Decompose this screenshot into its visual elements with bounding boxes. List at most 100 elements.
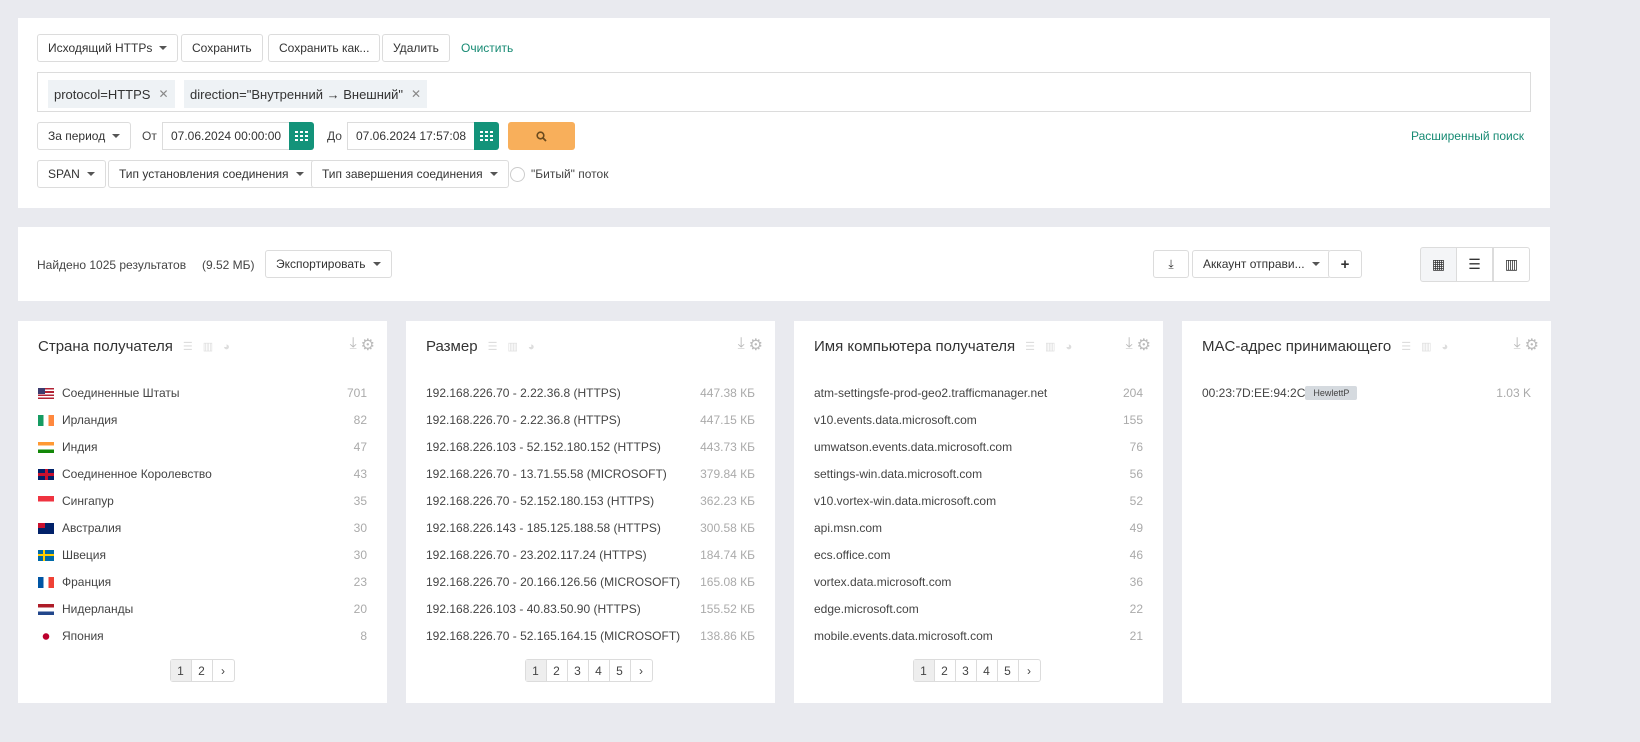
list-item[interactable]: 192.168.226.103 - 52.152.180.152 (HTTPS)… <box>426 437 755 457</box>
next-page-icon[interactable]: › <box>213 660 234 681</box>
pie-chart-icon[interactable]: ◕ <box>1441 341 1448 353</box>
page-button[interactable]: 1 <box>913 660 935 681</box>
list-item[interactable]: Индия 47 <box>38 437 367 457</box>
calendar-icon[interactable] <box>474 122 499 150</box>
download-button[interactable]: ⤓ <box>1153 250 1189 278</box>
download-icon[interactable]: ⤓ <box>738 335 745 355</box>
from-date-input[interactable]: 07.06.2024 00:00:00 <box>162 122 290 150</box>
item-label: 192.168.226.70 - 52.152.180.153 (HTTPS) <box>426 494 655 508</box>
gear-icon[interactable]: ⚙ <box>749 335 763 355</box>
table-view-icon[interactable]: ☰ <box>488 340 498 353</box>
list-item[interactable]: api.msn.com 49 <box>814 518 1143 538</box>
account-dropdown[interactable]: Аккаунт отправи... <box>1192 250 1331 278</box>
pie-chart-icon[interactable]: ◕ <box>528 341 535 353</box>
list-view-button[interactable]: ☰ <box>1456 247 1493 282</box>
list-item[interactable]: atm-settingsfe-prod-geo2.trafficmanager.… <box>814 383 1143 403</box>
list-item[interactable]: Ирландия 82 <box>38 410 367 430</box>
page-button[interactable]: 2 <box>935 660 956 681</box>
list-item[interactable]: v10.vortex-win.data.microsoft.com 52 <box>814 491 1143 511</box>
list-item[interactable]: 00:23:7D:EE:94:2C HewlettP 1.03 K <box>1202 383 1531 403</box>
widget-title: Страна получателя <box>38 338 173 355</box>
page-button[interactable]: 5 <box>998 660 1019 681</box>
item-value: 447.15 КБ <box>700 413 755 427</box>
list-item[interactable]: 192.168.226.70 - 2.22.36.8 (HTTPS) 447.15… <box>426 410 755 430</box>
bar-chart-icon[interactable]: ▥ <box>507 340 517 353</box>
list-item[interactable]: 192.168.226.70 - 23.202.117.24 (HTTPS) 18… <box>426 545 755 565</box>
page-button[interactable]: 4 <box>977 660 998 681</box>
list-item[interactable]: Нидерланды 20 <box>38 599 367 619</box>
add-widget-button[interactable]: + <box>1328 250 1362 278</box>
list-item[interactable]: 192.168.226.103 - 40.83.50.90 (HTTPS) 155… <box>426 599 755 619</box>
list-item[interactable]: v10.events.data.microsoft.com 155 <box>814 410 1143 430</box>
gear-icon[interactable]: ⚙ <box>1137 335 1151 355</box>
page-button[interactable]: 3 <box>568 660 589 681</box>
calendar-icon[interactable] <box>289 122 314 150</box>
download-icon[interactable]: ⤓ <box>1514 335 1521 355</box>
pie-chart-icon[interactable]: ◕ <box>223 341 230 353</box>
conn-setup-dropdown[interactable]: Тип установления соединения <box>108 160 315 188</box>
download-icon[interactable]: ⤓ <box>1126 335 1133 355</box>
save-button[interactable]: Сохранить <box>181 34 263 62</box>
page-button[interactable]: 2 <box>547 660 568 681</box>
list-item[interactable]: Франция 23 <box>38 572 367 592</box>
next-page-icon[interactable]: › <box>1019 660 1040 681</box>
next-page-icon[interactable]: › <box>631 660 652 681</box>
item-label: 192.168.226.70 - 20.166.126.56 (MICROSOF… <box>426 575 681 589</box>
table-view-icon[interactable]: ☰ <box>1025 340 1035 353</box>
gear-icon[interactable]: ⚙ <box>1525 335 1539 355</box>
conn-end-dropdown[interactable]: Тип завершения соединения <box>311 160 509 188</box>
gear-icon[interactable]: ⚙ <box>361 335 375 355</box>
list-item[interactable]: mobile.events.data.microsoft.com 21 <box>814 626 1143 646</box>
page-button[interactable]: 5 <box>610 660 631 681</box>
list-item[interactable]: umwatson.events.data.microsoft.com 76 <box>814 437 1143 457</box>
close-icon[interactable]: ✕ <box>158 87 168 101</box>
delete-button[interactable]: Удалить <box>382 34 450 62</box>
close-icon[interactable]: ✕ <box>411 87 421 101</box>
period-dropdown[interactable]: За период <box>37 122 132 150</box>
advanced-search-link[interactable]: Расширенный поиск <box>1411 129 1524 143</box>
page-button[interactable]: 2 <box>192 660 213 681</box>
save-as-button[interactable]: Сохранить как... <box>268 34 381 62</box>
map-view-button[interactable]: ▥ <box>1493 247 1530 282</box>
item-value: 22 <box>1129 602 1143 616</box>
list-item[interactable]: Сингапур 35 <box>38 491 367 511</box>
clear-link[interactable]: Очистить <box>461 41 513 55</box>
bar-chart-icon[interactable]: ▥ <box>1421 340 1431 353</box>
grid-view-button[interactable]: ▦ <box>1420 247 1457 282</box>
span-dropdown[interactable]: SPAN <box>37 160 106 188</box>
export-dropdown[interactable]: Экспортировать <box>265 250 392 278</box>
item-label: 192.168.226.70 - 2.22.36.8 (HTTPS) <box>426 413 621 427</box>
list-item[interactable]: 192.168.226.70 - 20.166.126.56 (MICROSOF… <box>426 572 755 592</box>
preset-dropdown[interactable]: Исходящий HTTPs <box>37 34 179 62</box>
broken-flow-radio[interactable] <box>510 167 525 182</box>
to-date-input[interactable]: 07.06.2024 17:57:08 <box>347 122 475 150</box>
list-item[interactable]: 192.168.226.70 - 52.165.164.15 (MICROSOF… <box>426 626 755 646</box>
list-item[interactable]: vortex.data.microsoft.com 36 <box>814 572 1143 592</box>
list-item[interactable]: ecs.office.com 46 <box>814 545 1143 565</box>
page-button[interactable]: 1 <box>170 660 192 681</box>
list-item[interactable]: 192.168.226.70 - 52.152.180.153 (HTTPS) 3… <box>426 491 755 511</box>
table-view-icon[interactable]: ☰ <box>1401 340 1411 353</box>
list-item[interactable]: 192.168.226.70 - 2.22.36.8 (HTTPS) 447.38… <box>426 383 755 403</box>
list-item[interactable]: 192.168.226.143 - 185.125.188.58 (HTTPS)… <box>426 518 755 538</box>
item-label: edge.microsoft.com <box>814 602 919 616</box>
page-button[interactable]: 1 <box>525 660 547 681</box>
list-item[interactable]: Швеция 30 <box>38 545 367 565</box>
list-item[interactable]: Соединенное Королевство 43 <box>38 464 367 484</box>
list-item[interactable]: settings-win.data.microsoft.com 56 <box>814 464 1143 484</box>
item-value: 30 <box>353 521 367 535</box>
page-button[interactable]: 4 <box>589 660 610 681</box>
bar-chart-icon[interactable]: ▥ <box>1045 340 1055 353</box>
download-icon[interactable]: ⤓ <box>350 335 357 355</box>
list-item[interactable]: Япония 8 <box>38 626 367 646</box>
pie-chart-icon[interactable]: ◕ <box>1065 341 1072 353</box>
list-item[interactable]: Соединенные Штаты 701 <box>38 383 367 403</box>
list-item[interactable]: 192.168.226.70 - 13.71.55.58 (MICROSOFT)… <box>426 464 755 484</box>
bar-chart-icon[interactable]: ▥ <box>203 340 213 353</box>
page-button[interactable]: 3 <box>956 660 977 681</box>
filter-input[interactable]: protocol=HTTPS ✕ direction="Внутренний → … <box>37 72 1531 112</box>
list-item[interactable]: Австралия 30 <box>38 518 367 538</box>
list-item[interactable]: edge.microsoft.com 22 <box>814 599 1143 619</box>
table-view-icon[interactable]: ☰ <box>183 340 193 353</box>
search-button[interactable] <box>508 122 575 150</box>
